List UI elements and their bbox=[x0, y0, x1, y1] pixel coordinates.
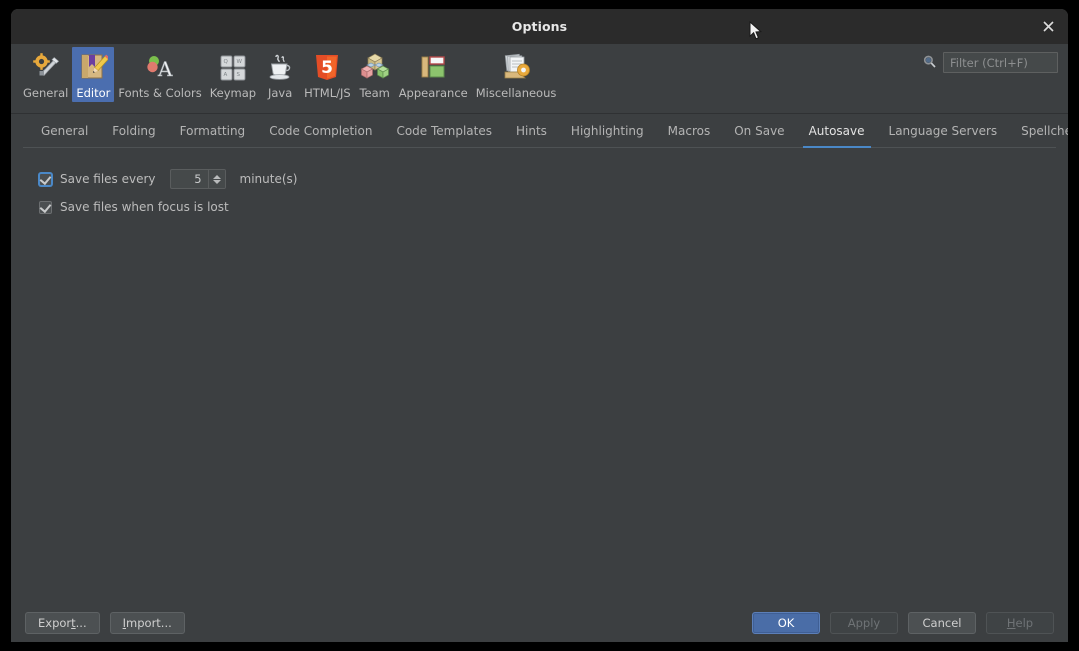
export-button[interactable]: Export... bbox=[25, 612, 100, 634]
ok-button[interactable]: OK bbox=[752, 612, 820, 634]
miscellaneous-papers-gear-icon bbox=[500, 51, 532, 83]
ok-button-label: OK bbox=[777, 616, 795, 630]
tab-folding[interactable]: Folding bbox=[100, 114, 167, 148]
close-icon[interactable] bbox=[1028, 9, 1068, 44]
save-interval-unit-label: minute(s) bbox=[239, 172, 298, 186]
category-keymap[interactable]: Q W A S Keymap bbox=[206, 47, 260, 102]
tab-formatting[interactable]: Formatting bbox=[168, 114, 258, 148]
options-dialog: Options General Editor A Fonts & Colors … bbox=[11, 9, 1068, 642]
search-icon[interactable] bbox=[923, 53, 936, 72]
tab-general-label: General bbox=[41, 124, 89, 138]
import-button-label: Import... bbox=[122, 616, 172, 630]
category-keymap-label: Keymap bbox=[209, 86, 257, 100]
tab-autosave-label: Autosave bbox=[808, 124, 865, 138]
tab-code-completion-label: Code Completion bbox=[269, 124, 373, 138]
save-files-every-row: Save files every 5 minute(s) bbox=[39, 169, 1068, 189]
svg-text:S: S bbox=[236, 72, 240, 78]
category-java[interactable]: Java bbox=[260, 47, 300, 102]
java-coffee-cup-icon bbox=[264, 51, 296, 83]
filter-area bbox=[923, 52, 1058, 73]
tab-language-servers-label: Language Servers bbox=[888, 124, 998, 138]
category-team[interactable]: Team bbox=[355, 47, 395, 102]
tab-spellchecker-label: Spellchecker bbox=[1021, 124, 1068, 138]
titlebar: Options bbox=[11, 9, 1068, 44]
category-editor-label: Editor bbox=[76, 86, 111, 100]
appearance-layout-icon bbox=[417, 51, 449, 83]
chevron-down-icon[interactable] bbox=[212, 179, 221, 184]
tab-hints-label: Hints bbox=[516, 124, 547, 138]
category-team-label: Team bbox=[359, 86, 390, 100]
tab-hints[interactable]: Hints bbox=[504, 114, 559, 148]
help-button-label: Help bbox=[1006, 616, 1034, 630]
tab-highlighting-label: Highlighting bbox=[570, 124, 644, 138]
category-appearance[interactable]: Appearance bbox=[395, 47, 472, 102]
tab-highlighting[interactable]: Highlighting bbox=[559, 114, 656, 148]
keyboard-keys-icon: Q W A S bbox=[217, 51, 249, 83]
apply-button[interactable]: Apply bbox=[830, 612, 898, 634]
svg-text:A: A bbox=[157, 57, 173, 81]
category-appearance-label: Appearance bbox=[398, 86, 468, 100]
tab-formatting-label: Formatting bbox=[179, 124, 246, 138]
export-button-label: Export... bbox=[38, 616, 87, 630]
category-miscellaneous[interactable]: Miscellaneous bbox=[472, 47, 561, 102]
settings-tabs: General Folding Formatting Code Completi… bbox=[11, 114, 1068, 148]
tab-code-templates[interactable]: Code Templates bbox=[384, 114, 504, 148]
category-fonts-colors[interactable]: A Fonts & Colors bbox=[114, 47, 205, 102]
svg-text:5: 5 bbox=[321, 58, 333, 78]
tab-code-completion[interactable]: Code Completion bbox=[257, 114, 384, 148]
category-miscellaneous-label: Miscellaneous bbox=[475, 86, 557, 100]
tab-autosave[interactable]: Autosave bbox=[797, 114, 877, 148]
category-editor[interactable]: Editor bbox=[72, 47, 115, 102]
search-input[interactable] bbox=[943, 52, 1058, 73]
autosave-panel: Save files every 5 minute(s) Save files … bbox=[11, 148, 1068, 604]
category-toolbar: General Editor A Fonts & Colors Q W A S … bbox=[11, 44, 1068, 114]
svg-text:W: W bbox=[236, 59, 242, 65]
tab-code-templates-label: Code Templates bbox=[396, 124, 492, 138]
tab-spellchecker[interactable]: Spellchecker bbox=[1009, 114, 1068, 148]
tab-macros[interactable]: Macros bbox=[656, 114, 723, 148]
editor-book-pencil-icon bbox=[77, 51, 109, 83]
tab-language-servers[interactable]: Language Servers bbox=[877, 114, 1010, 148]
svg-text:A: A bbox=[223, 72, 227, 78]
save-on-focus-lost-row: Save files when focus is lost bbox=[39, 198, 1068, 216]
category-html-js-label: HTML/JS bbox=[304, 86, 351, 100]
team-cubes-icon bbox=[359, 51, 391, 83]
apply-button-label: Apply bbox=[847, 616, 881, 630]
cancel-button[interactable]: Cancel bbox=[908, 612, 976, 634]
fonts-colors-icon: A bbox=[144, 51, 176, 83]
category-general[interactable]: General bbox=[19, 47, 72, 102]
save-files-every-label: Save files every bbox=[60, 172, 156, 186]
gear-wrench-icon bbox=[30, 51, 62, 83]
window-title: Options bbox=[511, 19, 568, 34]
cancel-button-label: Cancel bbox=[922, 616, 962, 630]
save-interval-value[interactable]: 5 bbox=[171, 170, 208, 188]
help-button[interactable]: Help bbox=[986, 612, 1054, 634]
category-html-js[interactable]: 5 HTML/JS bbox=[300, 47, 355, 102]
save-on-focus-lost-checkbox[interactable] bbox=[39, 200, 52, 214]
save-interval-stepper[interactable]: 5 bbox=[169, 169, 226, 189]
save-interval-spin-buttons[interactable] bbox=[207, 170, 225, 188]
category-fonts-colors-label: Fonts & Colors bbox=[118, 86, 202, 100]
chevron-up-icon[interactable] bbox=[212, 174, 221, 179]
html5-shield-icon: 5 bbox=[311, 51, 343, 83]
tab-macros-label: Macros bbox=[667, 124, 711, 138]
category-java-label: Java bbox=[267, 86, 293, 100]
category-general-label: General bbox=[23, 86, 69, 100]
tab-general[interactable]: General bbox=[29, 114, 100, 148]
save-files-every-checkbox[interactable] bbox=[39, 172, 52, 186]
tab-on-save-label: On Save bbox=[734, 124, 785, 138]
tab-on-save[interactable]: On Save bbox=[722, 114, 796, 148]
dialog-action-buttons: OK Apply Cancel Help bbox=[752, 612, 1054, 634]
import-button[interactable]: Import... bbox=[109, 612, 185, 634]
dialog-footer: Export... Import... OK Apply Cancel Help bbox=[11, 604, 1068, 642]
svg-text:Q: Q bbox=[223, 59, 228, 65]
tab-folding-label: Folding bbox=[112, 124, 156, 138]
save-on-focus-lost-label: Save files when focus is lost bbox=[60, 200, 229, 214]
